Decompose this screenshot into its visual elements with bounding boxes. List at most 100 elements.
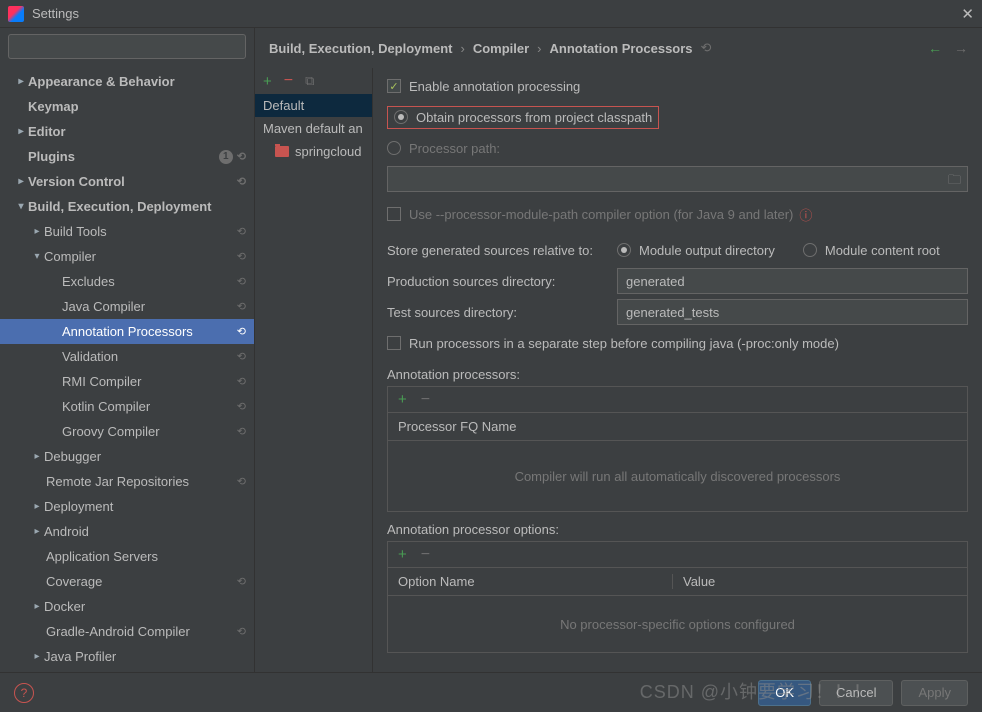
tree-rmi[interactable]: RMI Compiler⟲ bbox=[0, 369, 254, 394]
opt-value-col: Value bbox=[672, 574, 957, 589]
reset-icon: ⟲ bbox=[237, 425, 246, 438]
fq-name-col: Processor FQ Name bbox=[398, 419, 957, 434]
settings-sidebar: 🔍 ▸Appearance & Behavior Keymap ▸Editor … bbox=[0, 28, 255, 672]
tree-annotation-processors[interactable]: Annotation Processors⟲ bbox=[0, 319, 254, 344]
prod-dir-label: Production sources directory: bbox=[387, 274, 617, 289]
reset-icon: ⟲ bbox=[237, 325, 246, 338]
reset-icon: ⟲ bbox=[237, 375, 246, 388]
module-path-checkbox[interactable] bbox=[387, 207, 401, 221]
cancel-button[interactable]: Cancel bbox=[819, 680, 893, 706]
reset-icon: ⟲ bbox=[237, 400, 246, 413]
profile-module[interactable]: springcloud bbox=[255, 140, 372, 163]
tree-plugins[interactable]: Plugins1⟲ bbox=[0, 144, 254, 169]
breadcrumb-p2[interactable]: Compiler bbox=[473, 41, 529, 56]
obtain-radio[interactable] bbox=[394, 110, 408, 124]
ann-proc-table: + − Processor FQ Name Compiler will run … bbox=[387, 386, 968, 512]
reset-icon: ⟲ bbox=[237, 225, 246, 238]
ann-proc-empty: Compiler will run all automatically disc… bbox=[388, 441, 967, 511]
obtain-label: Obtain processors from project classpath bbox=[416, 110, 652, 125]
tree-groovy[interactable]: Groovy Compiler⟲ bbox=[0, 419, 254, 444]
ann-opt-label: Annotation processor options: bbox=[387, 522, 968, 537]
remove-option-icon[interactable]: − bbox=[421, 546, 430, 564]
tree-excludes[interactable]: Excludes⟲ bbox=[0, 269, 254, 294]
run-separate-label: Run processors in a separate step before… bbox=[409, 336, 839, 351]
tree-docker[interactable]: ▸Docker bbox=[0, 594, 254, 619]
profile-maven[interactable]: Maven default an bbox=[255, 117, 372, 140]
enable-checkbox[interactable] bbox=[387, 79, 401, 93]
tree-app-servers[interactable]: Application Servers bbox=[0, 544, 254, 569]
add-profile-icon[interactable]: + bbox=[263, 73, 272, 90]
module-content-radio[interactable] bbox=[803, 243, 817, 257]
highlight-annotation: Obtain processors from project classpath bbox=[387, 106, 659, 129]
proc-path-input[interactable]: 🗀 bbox=[387, 166, 968, 192]
breadcrumb: Build, Execution, Deployment › Compiler … bbox=[255, 28, 982, 68]
test-dir-label: Test sources directory: bbox=[387, 305, 617, 320]
tree-deployment[interactable]: ▸Deployment bbox=[0, 494, 254, 519]
reset-icon: ⟲ bbox=[237, 625, 246, 638]
reset-icon: ⟲ bbox=[237, 175, 246, 188]
copy-profile-icon[interactable]: ⧉ bbox=[305, 73, 314, 89]
prod-dir-input[interactable] bbox=[617, 268, 968, 294]
reset-icon: ⟲ bbox=[237, 475, 246, 488]
add-processor-icon[interactable]: + bbox=[398, 391, 407, 408]
breadcrumb-p3: Annotation Processors bbox=[550, 41, 693, 56]
tree-appearance[interactable]: ▸Appearance & Behavior bbox=[0, 69, 254, 94]
tree-validation[interactable]: Validation⟲ bbox=[0, 344, 254, 369]
reset-icon: ⟲ bbox=[237, 150, 246, 163]
test-dir-input[interactable] bbox=[617, 299, 968, 325]
browse-icon[interactable]: 🗀 bbox=[948, 171, 961, 193]
reset-icon: ⟲ bbox=[237, 575, 246, 588]
close-icon[interactable]: ✕ bbox=[961, 5, 974, 23]
folder-icon bbox=[275, 146, 289, 157]
nav-back-icon[interactable]: ← bbox=[928, 40, 942, 56]
reset-icon: ⟲ bbox=[237, 275, 246, 288]
tree-kotlin[interactable]: Kotlin Compiler⟲ bbox=[0, 394, 254, 419]
remove-processor-icon[interactable]: − bbox=[421, 391, 430, 409]
chevron-right-icon: › bbox=[460, 41, 464, 56]
tree-remote-jar[interactable]: Remote Jar Repositories⟲ bbox=[0, 469, 254, 494]
breadcrumb-p1[interactable]: Build, Execution, Deployment bbox=[269, 41, 452, 56]
tree-bed[interactable]: ▾Build, Execution, Deployment bbox=[0, 194, 254, 219]
opt-name-col: Option Name bbox=[398, 574, 672, 589]
tree-editor[interactable]: ▸Editor bbox=[0, 119, 254, 144]
tree-coverage[interactable]: Coverage⟲ bbox=[0, 569, 254, 594]
proc-path-label: Processor path: bbox=[409, 141, 500, 156]
dialog-footer: ? OK Cancel Apply bbox=[0, 672, 982, 712]
window-title: Settings bbox=[32, 6, 79, 21]
module-output-radio[interactable] bbox=[617, 243, 631, 257]
tree-compiler[interactable]: ▾Compiler⟲ bbox=[0, 244, 254, 269]
tree-java-compiler[interactable]: Java Compiler⟲ bbox=[0, 294, 254, 319]
store-label: Store generated sources relative to: bbox=[387, 243, 617, 258]
help-icon[interactable]: ⓘ bbox=[799, 205, 812, 224]
search-input[interactable] bbox=[8, 34, 246, 59]
title-bar: Settings ✕ bbox=[0, 0, 982, 28]
enable-label: Enable annotation processing bbox=[409, 79, 580, 94]
tree-build-tools[interactable]: ▸Build Tools⟲ bbox=[0, 219, 254, 244]
tree-keymap[interactable]: Keymap bbox=[0, 94, 254, 119]
plugins-badge: 1 bbox=[219, 150, 233, 164]
tree-java-profiler[interactable]: ▸Java Profiler bbox=[0, 644, 254, 669]
module-path-label: Use --processor-module-path compiler opt… bbox=[409, 207, 793, 222]
tree-version-control[interactable]: ▸Version Control⟲ bbox=[0, 169, 254, 194]
apply-button[interactable]: Apply bbox=[901, 680, 968, 706]
ann-opt-table: + − Option Name Value No processor-speci… bbox=[387, 541, 968, 653]
tree-gradle-android[interactable]: Gradle-Android Compiler⟲ bbox=[0, 619, 254, 644]
reset-icon: ⟲ bbox=[237, 250, 246, 263]
ann-opt-empty: No processor-specific options configured bbox=[388, 596, 967, 652]
help-button[interactable]: ? bbox=[14, 683, 34, 703]
remove-profile-icon[interactable]: − bbox=[284, 72, 293, 90]
reset-icon: ⟲ bbox=[237, 350, 246, 363]
settings-tree: ▸Appearance & Behavior Keymap ▸Editor Pl… bbox=[0, 65, 254, 672]
tree-debugger[interactable]: ▸Debugger bbox=[0, 444, 254, 469]
ok-button[interactable]: OK bbox=[758, 680, 811, 706]
reset-icon: ⟲ bbox=[701, 40, 712, 56]
profile-default[interactable]: Default bbox=[255, 94, 372, 117]
nav-forward-icon[interactable]: → bbox=[954, 40, 968, 56]
app-logo-icon bbox=[8, 6, 24, 22]
run-separate-checkbox[interactable] bbox=[387, 336, 401, 350]
settings-form: Enable annotation processing Obtain proc… bbox=[373, 68, 982, 672]
chevron-right-icon: › bbox=[537, 41, 541, 56]
add-option-icon[interactable]: + bbox=[398, 546, 407, 563]
proc-path-radio[interactable] bbox=[387, 141, 401, 155]
tree-android[interactable]: ▸Android bbox=[0, 519, 254, 544]
